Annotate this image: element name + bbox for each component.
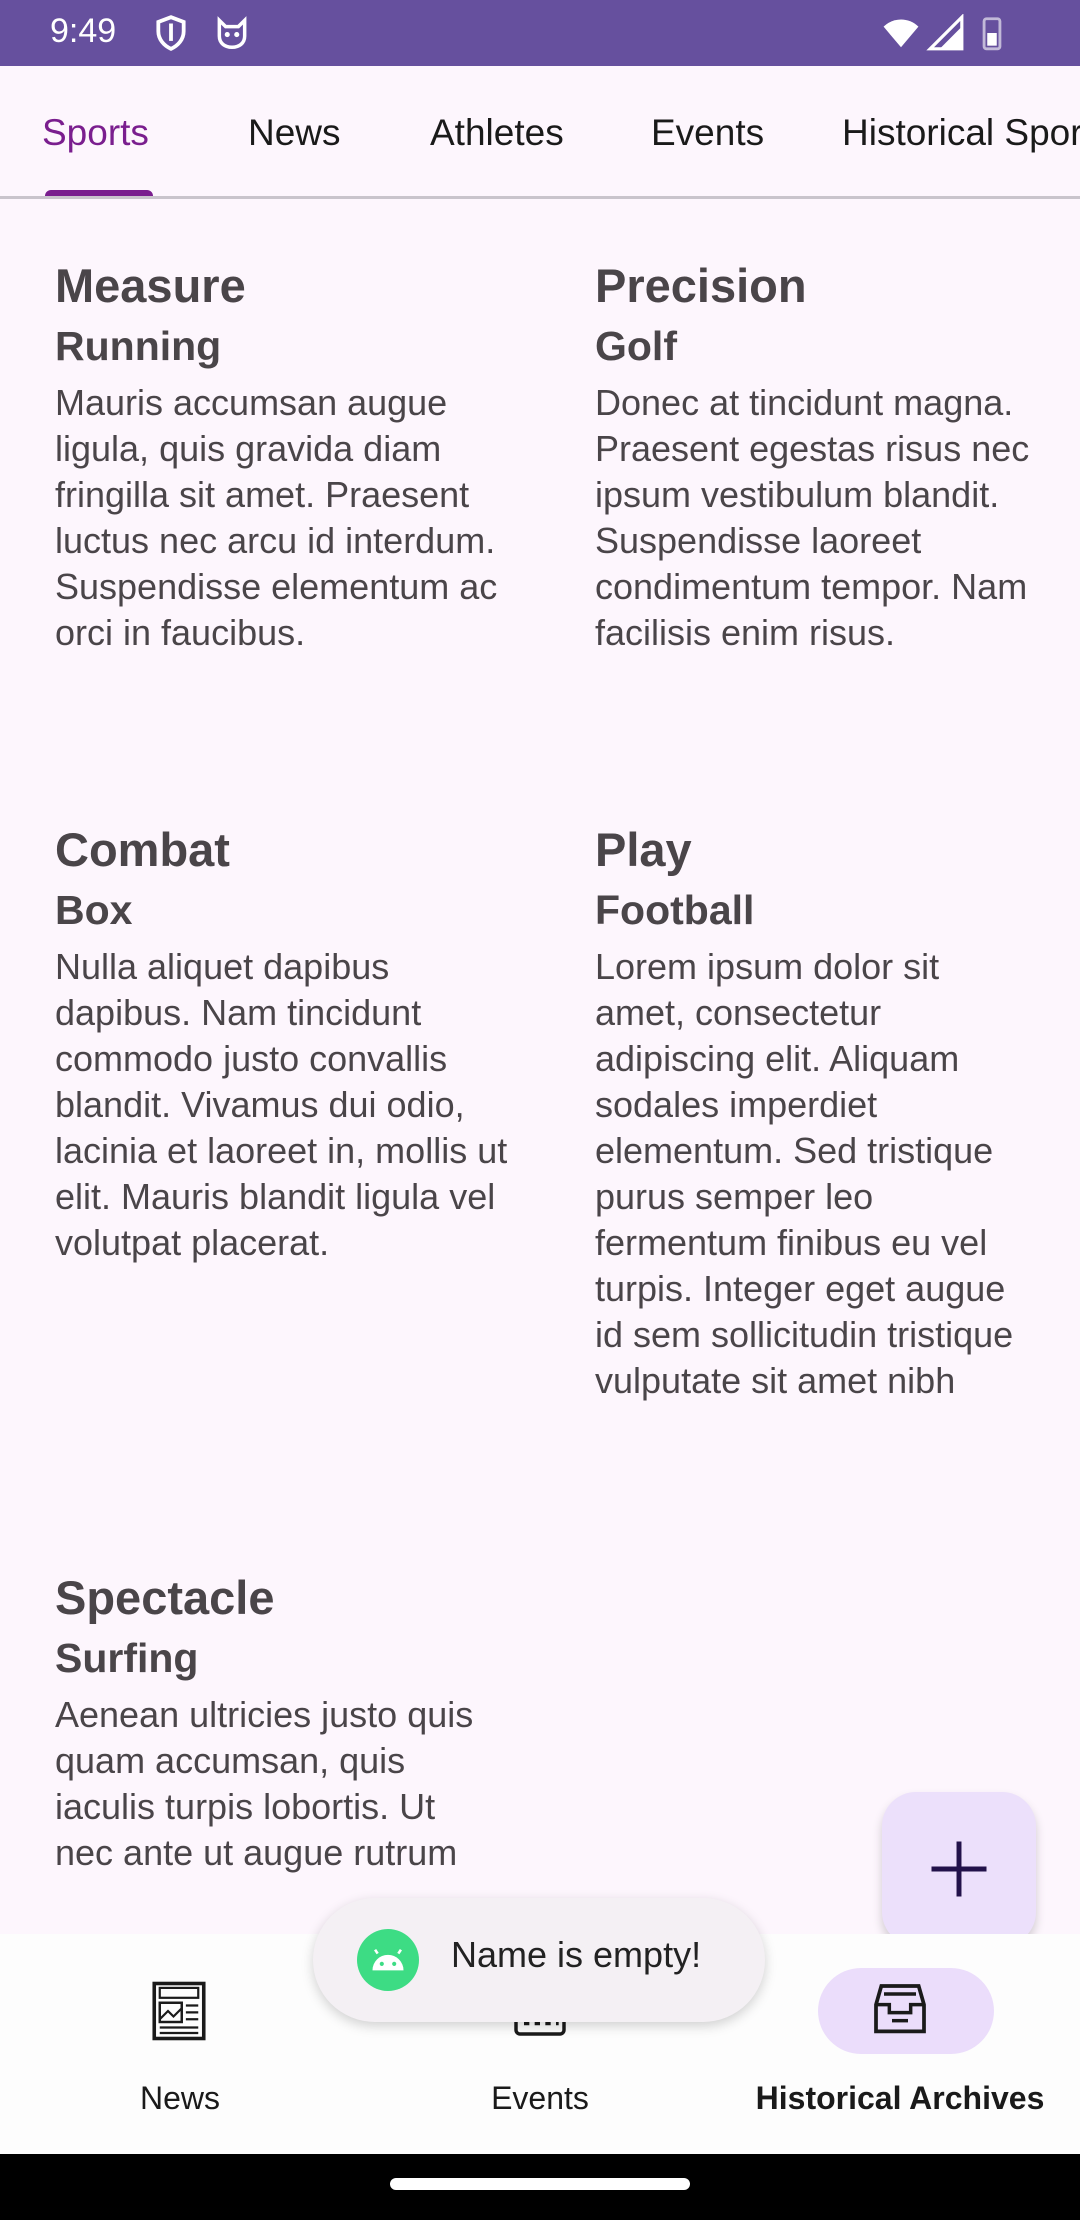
card-description: Nulla aliquet dapibus dapibus. Nam tinci… (55, 946, 508, 1263)
card-sport: Golf (595, 323, 677, 369)
card-description: Aenean ultricies justo quis quam accumsa… (55, 1694, 474, 1873)
card-sport: Running (55, 323, 222, 369)
nav-item-news[interactable]: News (0, 1934, 360, 2154)
add-icon (931, 1841, 987, 1897)
sport-card-running[interactable]: Measure Running Mauris accumsan augue li… (55, 256, 515, 656)
card-sport: Surfing (55, 1635, 199, 1681)
card-description: Mauris accumsan augue ligula, quis gravi… (55, 382, 498, 653)
wifi-icon (883, 19, 919, 48)
sport-card-surfing[interactable]: Spectacle Surfing Aenean ultricies justo… (55, 1568, 475, 1920)
nav-item-historical-archives[interactable]: Historical Archives (720, 1934, 1080, 2154)
android-icon (357, 1929, 419, 1991)
gesture-bar (0, 2154, 1080, 2220)
newspaper-icon (152, 1981, 206, 2041)
nav-label-events: Events (491, 2080, 589, 2116)
tab-news[interactable]: News (248, 66, 341, 196)
battery-icon (982, 17, 1002, 51)
status-time: 9:49 (50, 12, 117, 50)
card-description: Donec at tincidunt magna. Praesent egest… (595, 382, 1030, 653)
shield-icon (156, 15, 186, 51)
sport-card-football[interactable]: Play Football Lorem ipsum dolor sit amet… (595, 820, 1020, 1404)
archive-icon (874, 1984, 926, 2034)
tab-bar: Sports News Athletes Events Historical S… (0, 66, 1080, 199)
nav-label-news: News (139, 2080, 220, 2116)
tab-sports[interactable]: Sports (42, 66, 149, 196)
tab-events[interactable]: Events (651, 66, 764, 196)
card-sport: Box (55, 887, 133, 933)
card-category: Precision (595, 259, 807, 312)
tab-historical-sports[interactable]: Historical Sports (842, 66, 1080, 196)
tab-athletes[interactable]: Athletes (430, 66, 564, 196)
cat-icon (217, 16, 247, 49)
toast: Name is empty! (313, 1898, 765, 2022)
home-handle[interactable] (390, 2178, 690, 2190)
sport-card-box[interactable]: Combat Box Nulla aliquet dapibus dapibus… (55, 820, 515, 1266)
nav-label-historical-archives: Historical Archives (755, 2080, 1045, 2116)
add-button[interactable] (882, 1792, 1036, 1946)
card-category: Play (595, 823, 692, 876)
card-description: Lorem ipsum dolor sit amet, consectetur … (595, 946, 1014, 1401)
toast-message: Name is empty! (451, 1934, 702, 1975)
signal-icon (926, 14, 964, 51)
card-category: Combat (55, 823, 230, 876)
sport-card-golf[interactable]: Precision Golf Donec at tincidunt magna.… (595, 256, 1035, 656)
card-category: Spectacle (55, 1571, 275, 1624)
status-bar: 9:49 (0, 0, 1080, 66)
tab-indicator (45, 190, 153, 196)
card-category: Measure (55, 259, 246, 312)
card-sport: Football (595, 887, 755, 933)
